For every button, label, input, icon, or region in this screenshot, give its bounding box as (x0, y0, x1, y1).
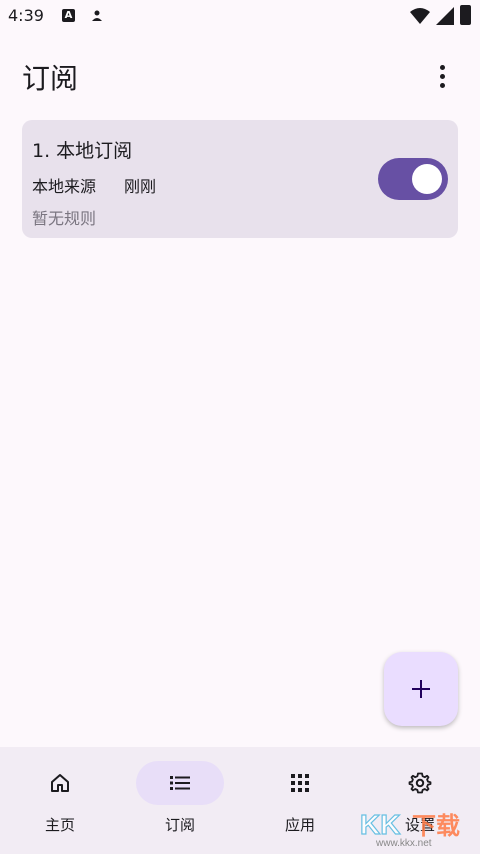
settings-icon (408, 772, 432, 794)
notification-a-icon: A (62, 9, 75, 22)
nav-label-subscriptions: 订阅 (164, 816, 195, 834)
subscription-rule: 暂无规则 (32, 209, 97, 228)
nav-item-home[interactable]: 主页 (0, 747, 120, 854)
home-icon (51, 774, 69, 792)
svg-text:下载: 下载 (412, 812, 460, 840)
subscription-card[interactable]: 1. 本地订阅 本地来源 刚刚 暂无规则 (22, 120, 458, 238)
signal-icon (436, 7, 454, 25)
watermark-url: www.kkx.net (376, 838, 432, 849)
subscription-updated: 刚刚 (124, 177, 157, 196)
nav-item-apps[interactable]: 应用 (240, 747, 360, 854)
add-icon (412, 680, 430, 698)
person-icon (92, 10, 102, 21)
page-title: 订阅 (22, 62, 79, 95)
toggle-thumb (412, 164, 442, 194)
nav-label-home: 主页 (44, 816, 75, 834)
nav-item-subscriptions[interactable]: 订阅 (120, 747, 240, 854)
subscription-enabled-toggle[interactable] (378, 158, 448, 200)
nav-label-apps: 应用 (284, 816, 315, 834)
wifi-icon (410, 8, 430, 24)
add-subscription-button[interactable] (384, 652, 458, 726)
subscription-source: 本地来源 (32, 177, 97, 196)
svg-text:KK: KK (360, 809, 400, 840)
subscription-title: 1. 本地订阅 (32, 140, 133, 162)
battery-icon (460, 5, 471, 25)
apps-grid-icon (291, 774, 309, 792)
more-vert-icon[interactable] (430, 60, 454, 92)
status-time: 4:39 (8, 6, 44, 25)
list-icon (170, 776, 190, 790)
status-bar: 4:39 A (0, 0, 480, 32)
